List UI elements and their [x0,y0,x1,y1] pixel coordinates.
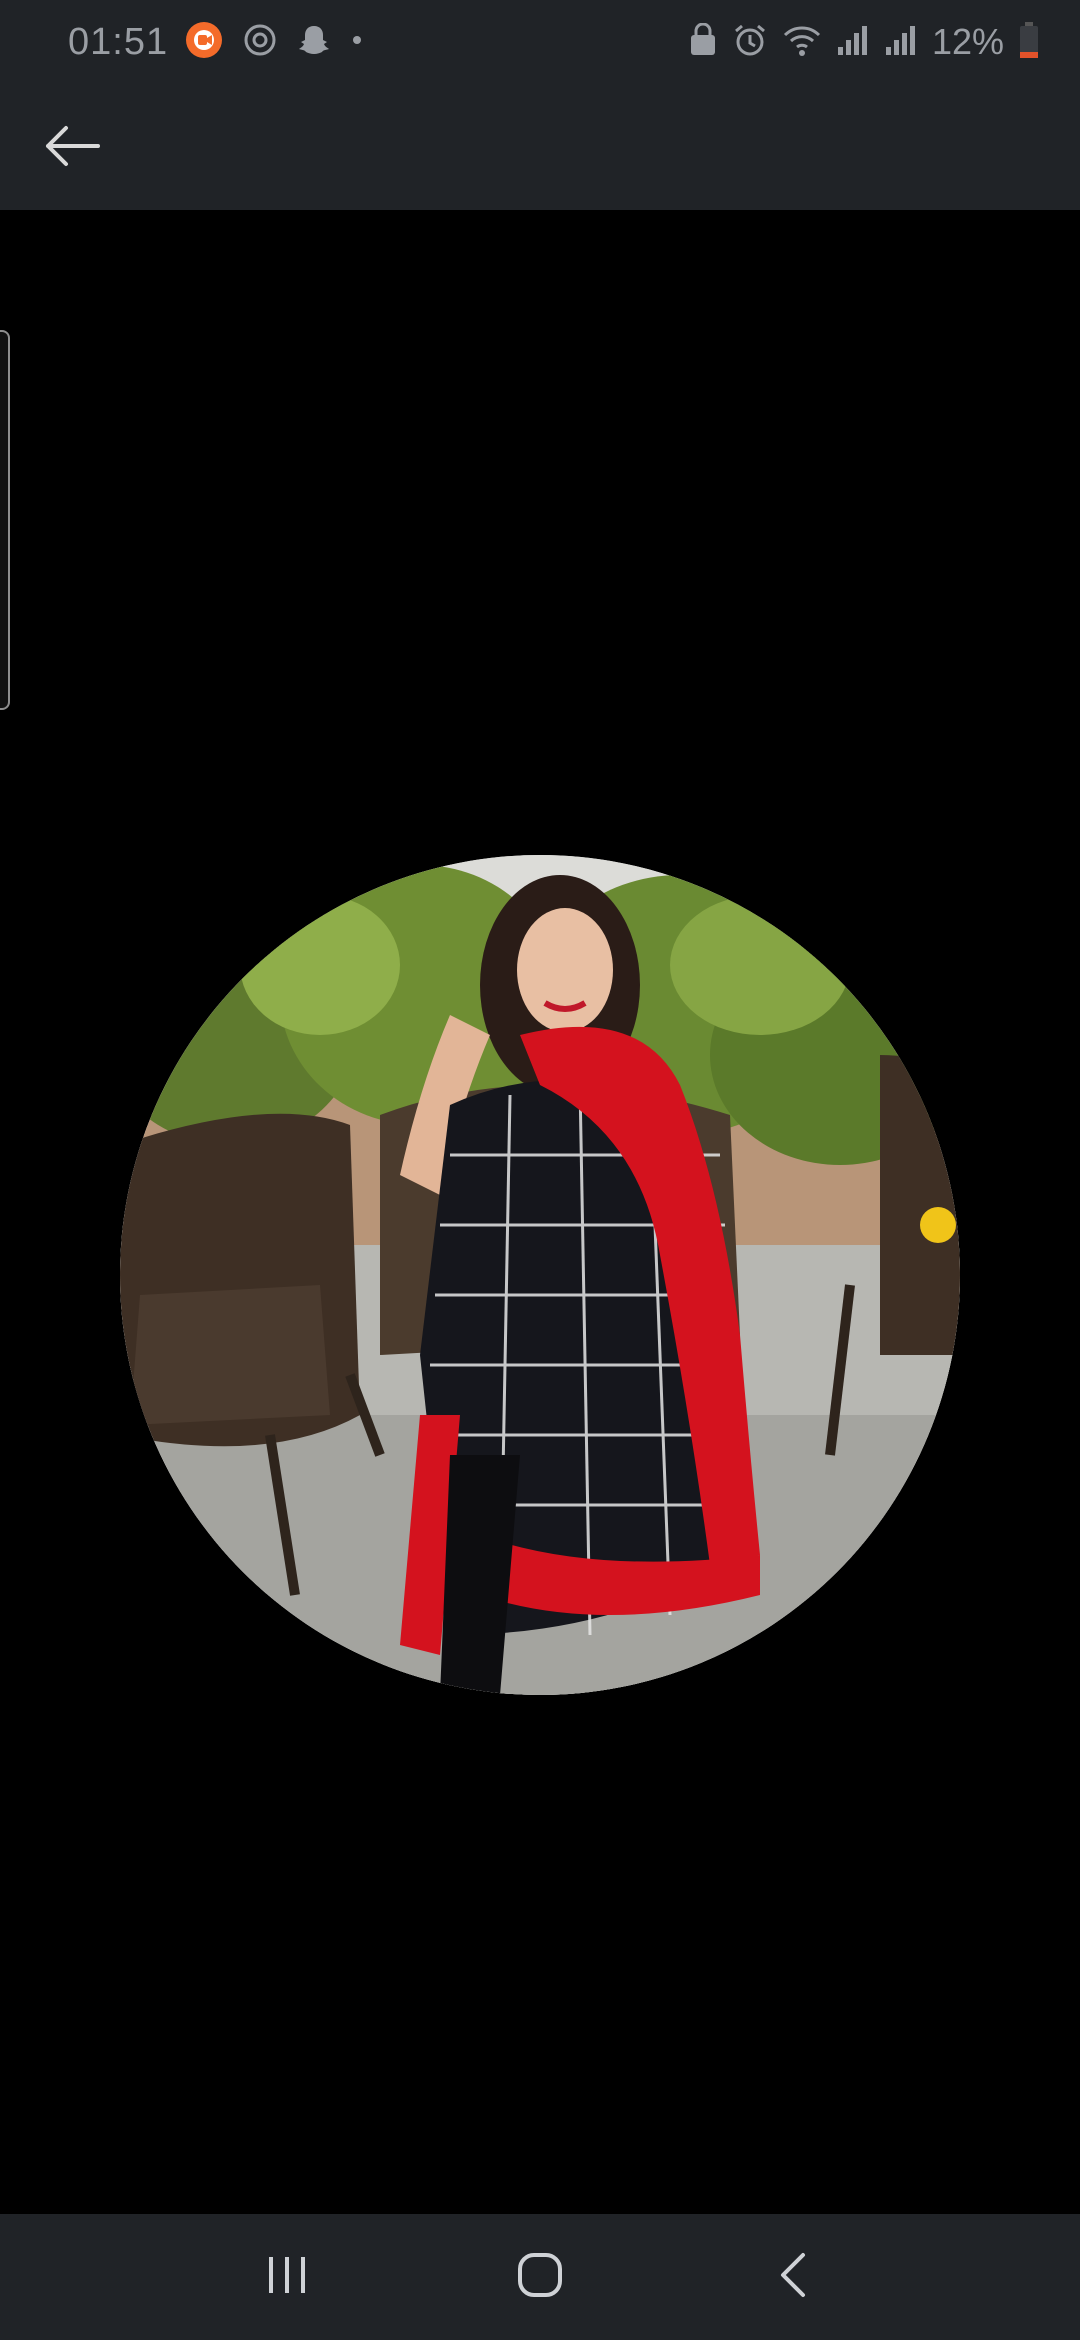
recent-apps-button[interactable] [237,2237,337,2317]
wifi-icon [782,23,822,62]
back-button[interactable] [30,112,114,184]
dot-icon [350,33,364,52]
battery-icon [1018,21,1040,64]
home-icon [516,2251,564,2304]
sync-icon [242,22,278,63]
snapchat-icon [296,22,332,63]
lock-icon [688,22,718,62]
scroll-handle[interactable] [0,330,10,710]
signal-icon [884,23,918,62]
profile-photo [120,855,960,1695]
navigation-bar [0,2214,1080,2340]
alarm-icon [732,22,768,63]
recent-apps-icon [265,2253,309,2302]
back-chevron-icon [773,2251,813,2304]
battery-percent: 12% [931,21,1004,62]
app-bar [0,84,1080,210]
status-bar: 01:51 12% [0,0,1080,84]
signal-icon [836,23,870,62]
status-time: 01:51 [68,20,169,63]
arrow-left-icon [42,122,102,175]
image-viewer[interactable] [0,210,1080,2214]
screen-recorder-icon [184,20,224,65]
system-back-button[interactable] [743,2237,843,2317]
home-button[interactable] [490,2237,590,2317]
